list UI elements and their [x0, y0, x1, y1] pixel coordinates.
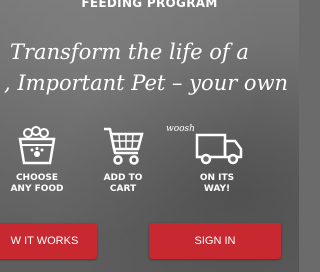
program-title: FEEDING PROGRAM: [81, 0, 218, 10]
step-1-label-line-2: ANY FOOD: [10, 184, 64, 194]
step-choose-food: CHOOSE ANY FOOD: [0, 125, 82, 195]
food-bowl-icon: [18, 126, 56, 165]
sign-in-button[interactable]: SIGN IN: [149, 223, 281, 259]
delivery-truck-icon: [195, 133, 243, 165]
step-on-its-way: ON ITS WAY!: [172, 125, 262, 195]
step-3-label-line-2: WAY!: [203, 184, 231, 194]
tagline-line-1: Transform the life of a: [10, 40, 249, 64]
tagline-line-2: , Important Pet – your own: [4, 71, 289, 95]
step-2-label-line-2: CART: [109, 184, 137, 194]
shopping-cart-icon: [104, 127, 144, 165]
step-1-label-line-1: CHOOSE: [15, 173, 59, 183]
step-2-label-line-1: ADD TO: [103, 173, 143, 183]
step-add-to-cart: ADD TO CART: [78, 125, 168, 195]
how-it-works-button[interactable]: W IT WORKS: [0, 223, 97, 259]
step-3-label-line-1: ON ITS: [199, 173, 235, 183]
